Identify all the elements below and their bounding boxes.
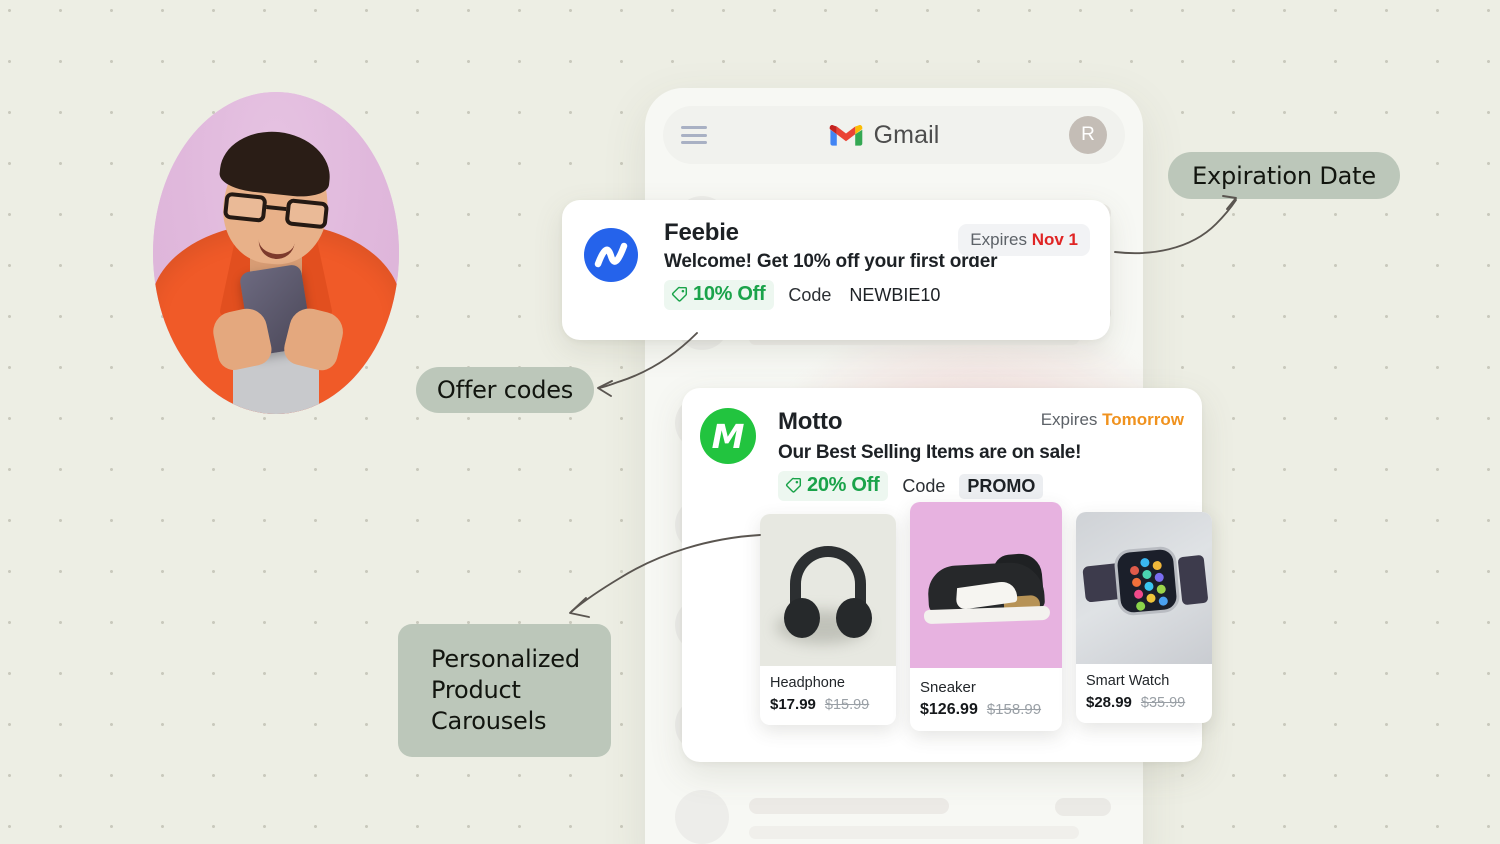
product-old-price: $15.99	[824, 697, 870, 713]
offer-badge-label: 20% Off	[807, 474, 880, 496]
callout-expiration-date: Expiration Date	[1168, 152, 1400, 199]
gmail-app-bar: Gmail R	[663, 106, 1125, 164]
smartwatch-image	[1076, 512, 1212, 664]
product-carousel[interactable]: Headphone $17.99 $15.99 Sneaker $126.99 …	[760, 502, 1244, 756]
feebie-wave-logo-icon	[584, 228, 638, 282]
email-card-feebie[interactable]: Feebie Welcome! Get 10% off your first o…	[562, 200, 1110, 340]
hero-person-photo	[153, 92, 399, 414]
gmail-brand: Gmail	[699, 121, 1069, 150]
code-value[interactable]: PROMO	[959, 473, 1044, 499]
product-name: Sneaker	[920, 679, 976, 696]
avatar[interactable]: R	[1069, 116, 1107, 154]
callout-label-line3: Carousels	[431, 706, 547, 735]
email-card-motto[interactable]: M Motto Our Best Selling Items are on sa…	[682, 388, 1212, 762]
expires-label: Expires	[1040, 410, 1098, 429]
code-label: Code	[788, 284, 832, 305]
product-old-price: $158.99	[986, 701, 1042, 718]
product-old-price: $35.99	[1140, 695, 1186, 711]
headphone-image	[760, 514, 896, 666]
offer-line: 20% Off Code PROMO	[778, 471, 1184, 501]
callout-label-line2: Product	[431, 676, 521, 705]
callout-personalized-product-carousels: Personalized Product Carousels	[398, 624, 611, 757]
gmail-title: Gmail	[873, 120, 940, 149]
product-card[interactable]: Headphone $17.99 $15.99	[760, 514, 896, 725]
email-subject: Our Best Selling Items are on sale!	[778, 442, 1082, 463]
offer-badge[interactable]: 10% Off	[664, 280, 775, 311]
expires-value: Nov 1	[1031, 230, 1078, 249]
product-price: $126.99	[920, 701, 978, 718]
product-price: $28.99	[1086, 694, 1132, 711]
glasses-lens-left	[222, 191, 268, 223]
glasses-bridge	[266, 204, 287, 212]
product-card[interactable]: Smart Watch $28.99 $35.99	[1076, 512, 1212, 723]
product-name: Headphone	[770, 675, 845, 691]
motto-m-logo-icon: M	[700, 408, 756, 464]
tag-icon	[671, 286, 688, 302]
offer-line: 10% Off Code NEWBIE10	[664, 280, 1088, 311]
callout-label: Expiration Date	[1192, 161, 1376, 190]
glasses-lens-right	[284, 198, 330, 230]
callout-label-line1: Personalized	[431, 645, 580, 674]
arrow-offer-codes-head	[597, 380, 613, 397]
expires-value: Tomorrow	[1102, 410, 1184, 429]
product-name: Smart Watch	[1086, 673, 1170, 689]
expires-label: Expires	[970, 230, 1027, 249]
code-label: Code	[902, 475, 946, 496]
expiration-badge: Expires Nov 1	[958, 224, 1090, 256]
gmail-logo-icon	[829, 125, 862, 146]
canvas: Gmail R Feebie Welcome! Get 10% off your…	[0, 0, 1500, 844]
code-value[interactable]: NEWBIE10	[845, 283, 944, 308]
tag-icon	[785, 477, 802, 493]
offer-badge-label: 10% Off	[693, 283, 766, 306]
placeholder-row	[667, 778, 1123, 844]
callout-label: Offer codes	[436, 376, 574, 404]
callout-offer-codes: Offer codes	[416, 367, 594, 413]
arrow-carousels-head	[569, 597, 590, 618]
expiration-badge: Expires Tomorrow	[1041, 410, 1184, 430]
sneaker-image	[910, 502, 1062, 668]
product-price: $17.99	[770, 696, 816, 713]
offer-badge[interactable]: 20% Off	[778, 471, 889, 501]
product-card[interactable]: Sneaker $126.99 $158.99	[910, 502, 1062, 731]
